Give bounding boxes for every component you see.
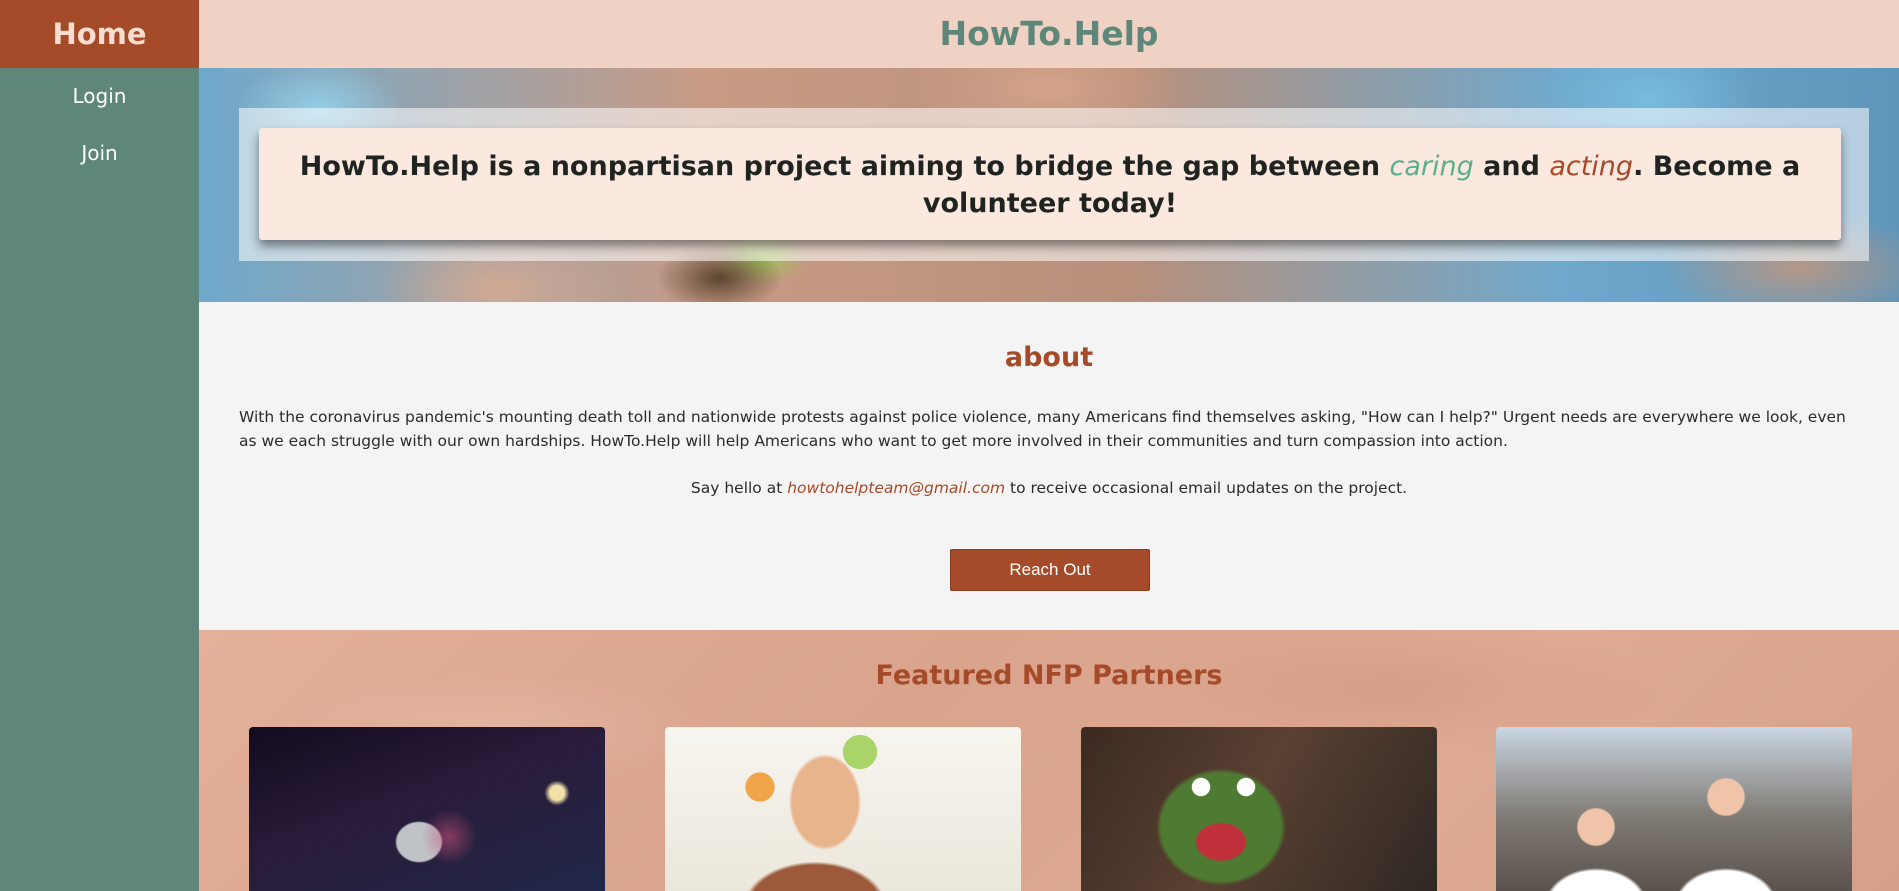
partner-card-guitarist[interactable]	[665, 727, 1021, 891]
contact-text-before: Say hello at	[690, 479, 788, 497]
hero-word-caring: caring	[1389, 151, 1474, 182]
partner-card-puppet[interactable]	[1081, 727, 1437, 891]
sidebar-item-join[interactable]: Join	[0, 125, 199, 182]
email-link[interactable]: howtohelpteam@gmail.com	[787, 479, 1005, 497]
reach-out-button[interactable]: Reach Out	[950, 549, 1150, 591]
sidebar-item-login[interactable]: Login	[0, 68, 199, 125]
partner-card-volunteers[interactable]	[1496, 727, 1852, 891]
about-title: about	[1004, 342, 1094, 373]
partner-card-microphone[interactable]	[249, 727, 605, 891]
sidebar: Home Login Join	[0, 0, 199, 891]
sidebar-home-link[interactable]: Home	[0, 0, 199, 68]
hero-word-acting: acting	[1549, 151, 1634, 182]
hero-tagline: HowTo.Help is a nonpartisan project aimi…	[259, 148, 1841, 222]
hero-text-and: and	[1473, 151, 1550, 182]
hero-card: HowTo.Help is a nonpartisan project aimi…	[259, 128, 1841, 240]
site-title[interactable]: HowTo.Help	[939, 14, 1158, 53]
about-section: about With the coronavirus pandemic's mo…	[199, 302, 1899, 630]
hero-text-before: HowTo.Help is a nonpartisan project aimi…	[299, 151, 1390, 182]
hero-banner: HowTo.Help is a nonpartisan project aimi…	[199, 68, 1899, 302]
top-header: HowTo.Help	[199, 0, 1899, 68]
about-contact: Say hello at howtohelpteam@gmail.com to …	[199, 479, 1899, 497]
about-body: With the coronavirus pandemic's mounting…	[239, 408, 1846, 450]
partners-title: Featured NFP Partners	[875, 660, 1223, 691]
partners-section: Featured NFP Partners	[199, 630, 1899, 891]
contact-text-after: to receive occasional email updates on t…	[1005, 479, 1408, 497]
